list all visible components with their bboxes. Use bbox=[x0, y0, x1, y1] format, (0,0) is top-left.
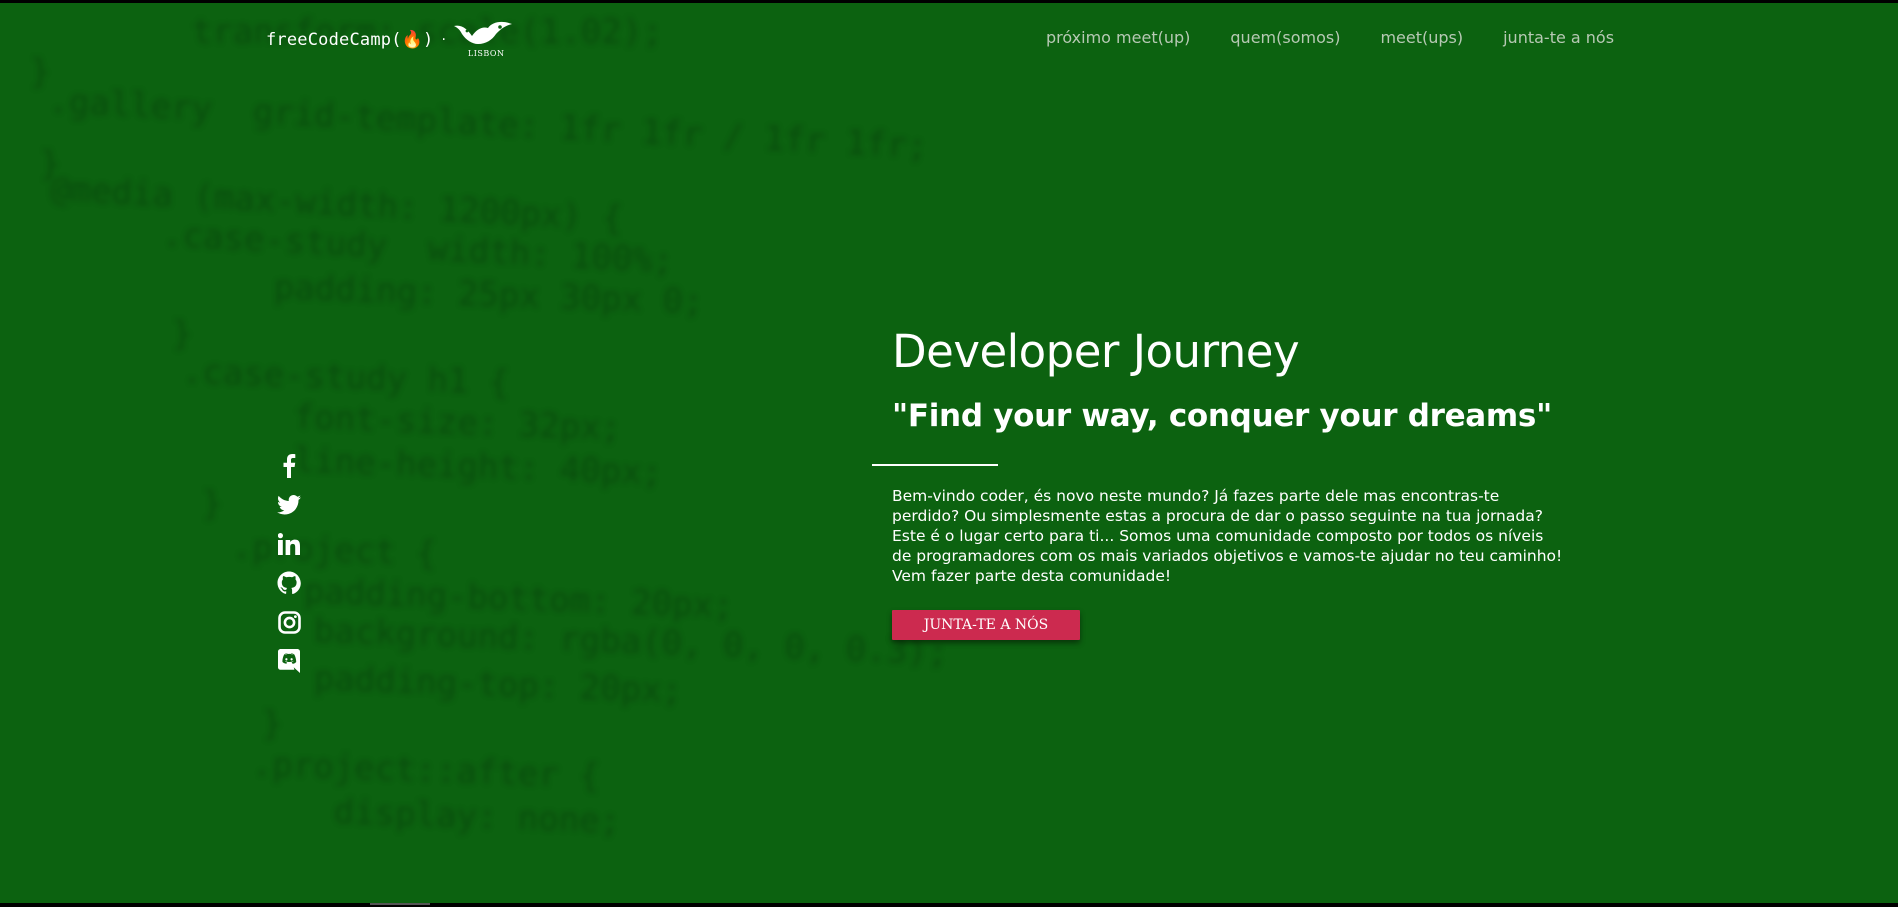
hero-title: Developer Journey bbox=[892, 325, 1300, 378]
hero-subtitle: "Find your way, conquer your dreams" bbox=[892, 398, 1552, 434]
background-code-line: } bbox=[180, 704, 283, 744]
swallow-logo-icon: LISBON bbox=[452, 20, 516, 60]
linkedin-icon[interactable] bbox=[277, 532, 301, 556]
brand-logo[interactable]: freeCodeCamp(🔥) · LISBON bbox=[266, 20, 516, 60]
hero-background: transform: scale(1.02); } .gallery grid-… bbox=[0, 3, 1898, 903]
join-us-button[interactable]: JUNTA-TE A NÓS bbox=[892, 610, 1080, 640]
brand-separator: · bbox=[441, 32, 446, 48]
hero-divider bbox=[872, 464, 998, 466]
main-nav: próximo meet(up) quem(somos) meet(ups) j… bbox=[1046, 28, 1614, 47]
bottom-edge-marker bbox=[370, 903, 430, 905]
nav-item-about[interactable]: quem(somos) bbox=[1230, 28, 1340, 47]
instagram-icon[interactable] bbox=[277, 610, 301, 634]
background-code-line: .gallery grid-template: 1fr 1fr / 1fr 1f… bbox=[47, 80, 929, 168]
discord-icon[interactable] bbox=[277, 649, 301, 673]
nav-item-join[interactable]: junta-te a nós bbox=[1503, 28, 1614, 47]
twitter-icon[interactable] bbox=[277, 493, 301, 517]
brand-name: freeCodeCamp(🔥) bbox=[266, 30, 434, 50]
facebook-icon[interactable] bbox=[277, 454, 301, 478]
hero-description: Bem-vindo coder, és novo neste mundo? Já… bbox=[892, 487, 1563, 585]
nav-item-meetups[interactable]: meet(ups) bbox=[1380, 28, 1463, 47]
background-code-line: } bbox=[120, 484, 223, 524]
github-icon[interactable] bbox=[277, 571, 301, 595]
background-code: transform: scale(1.02); } .gallery grid-… bbox=[0, 3, 1898, 903]
brand-city: LISBON bbox=[467, 49, 505, 58]
background-code-line: } bbox=[30, 52, 51, 92]
social-links bbox=[277, 454, 301, 688]
nav-item-next-meetup[interactable]: próximo meet(up) bbox=[1046, 28, 1190, 47]
